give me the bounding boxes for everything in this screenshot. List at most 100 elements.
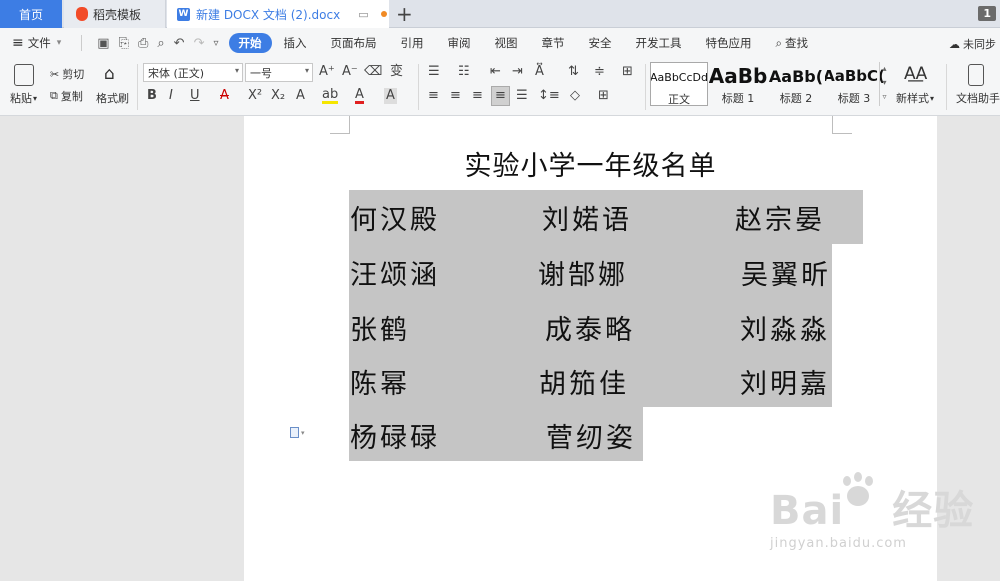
font-size-select[interactable]: 一号 ▾ (245, 63, 313, 82)
decrease-indent-icon[interactable]: ⇤ (490, 64, 501, 80)
phonetic-guide-icon[interactable]: 变 (390, 64, 403, 80)
search-button[interactable]: ⌕ 查找 (776, 35, 808, 51)
menu-section[interactable]: 章节 (530, 35, 577, 51)
style-heading-3[interactable]: AaBbC( 标题 3 (825, 62, 883, 106)
numbered-list-icon[interactable]: ☷ (458, 64, 470, 80)
menu-developer[interactable]: 开发工具 (624, 35, 694, 51)
strikethrough-icon[interactable]: A (220, 88, 229, 104)
export-pdf-icon[interactable]: ⎘ (119, 36, 129, 51)
paste-label: 粘贴 (10, 92, 32, 105)
chevron-down-icon: ▾ (301, 428, 305, 437)
justify-icon[interactable]: ≡ (491, 86, 510, 106)
tab-document[interactable]: W 新建 DOCX 文档 (2).docx ▭ (167, 0, 389, 28)
copy-icon: ⧉ (50, 89, 58, 102)
paragraph-layout-icon[interactable]: ▾ (290, 427, 305, 438)
student-name: 菅纫姿 (546, 423, 636, 454)
student-name: 何汉殿 (350, 205, 440, 236)
superscript-icon[interactable]: X² (248, 88, 262, 104)
clear-format-icon[interactable]: ⌫ (364, 64, 382, 80)
underline-icon[interactable]: U (190, 88, 200, 104)
line-spacing-icon[interactable]: ↕≡ (538, 88, 560, 104)
style-normal-sample: AaBbCcDd (651, 70, 707, 84)
file-menu[interactable]: ≡ 文件 ▾ (12, 35, 61, 51)
baidu-watermark: Bai 经验 jingyan.baidu.com (770, 478, 974, 551)
table-icon[interactable]: ⊞ (622, 64, 633, 80)
align-right-icon[interactable]: ≡ (472, 88, 483, 104)
new-tab-button[interactable]: + (396, 2, 413, 26)
show-marks-icon[interactable]: ≑ (594, 64, 605, 80)
sort-icon[interactable]: ⇅ (568, 64, 579, 80)
paste-icon[interactable] (14, 64, 34, 86)
sync-status[interactable]: ☁ 未同步 (949, 36, 996, 52)
word-doc-icon: W (177, 7, 190, 21)
styles-scroll[interactable]: ▴ ▾ ▿ (879, 62, 889, 106)
tab-home[interactable]: 首页 (0, 0, 62, 28)
margin-corner-right (832, 116, 852, 134)
paste-button[interactable]: 粘贴 ▾ (10, 90, 37, 106)
daoke-logo-icon (76, 7, 88, 21)
style-heading-1[interactable]: AaBb 标题 1 (709, 62, 767, 106)
font-color-icon[interactable]: A (355, 88, 364, 104)
save-icon[interactable]: ▣ (97, 36, 109, 51)
shading-icon[interactable]: ◇ (570, 88, 580, 104)
menu-special[interactable]: 特色应用 (694, 35, 764, 51)
increase-indent-icon[interactable]: ⇥ (512, 64, 523, 80)
new-style-button[interactable]: 新样式 ▾ (896, 90, 934, 106)
bullet-list-icon[interactable]: ☰ (428, 64, 440, 80)
menu-references[interactable]: 引用 (389, 35, 436, 51)
italic-icon[interactable]: I (169, 88, 173, 104)
menu-home[interactable]: 开始 (228, 33, 272, 53)
hamburger-icon: ≡ (12, 35, 24, 51)
new-style-label: 新样式 (896, 92, 929, 105)
student-name: 赵宗晏 (735, 205, 825, 236)
menu-insert[interactable]: 插入 (272, 35, 319, 51)
new-style-icon[interactable]: A͟A (904, 64, 927, 84)
distributed-icon[interactable]: ☰ (516, 88, 528, 104)
cut-button[interactable]: ✂ 剪切 (50, 66, 84, 82)
menu-view[interactable]: 视图 (483, 35, 530, 51)
student-name: 刘明嘉 (740, 369, 830, 400)
menu-security[interactable]: 安全 (577, 35, 624, 51)
doc-helper-button[interactable]: 文档助手 (956, 90, 1000, 106)
redo-icon[interactable]: ↷ (194, 36, 205, 51)
subscript-icon[interactable]: X₂ (271, 88, 285, 104)
style-heading-2-sample: AaBb( (768, 66, 824, 86)
menu-review[interactable]: 审阅 (436, 35, 483, 51)
print-icon[interactable]: ⎙ (138, 36, 148, 51)
print-preview-icon[interactable]: ⌕ (157, 36, 164, 51)
bold-icon[interactable]: B (147, 88, 157, 104)
watermark-brand-cn: 经验 (892, 488, 975, 534)
style-heading-2[interactable]: AaBb( 标题 2 (767, 62, 825, 106)
customize-icon[interactable]: ▿ (213, 38, 218, 49)
undo-icon[interactable]: ↶ (174, 36, 185, 51)
brush-icon[interactable]: ⌂ (104, 64, 115, 84)
align-center-icon[interactable]: ≡ (450, 88, 461, 104)
file-menu-label: 文件 (27, 36, 51, 50)
copy-label: 复制 (60, 90, 83, 103)
format-painter-button[interactable]: 格式刷 (96, 90, 129, 106)
doc-helper-icon[interactable] (968, 64, 984, 86)
divider (81, 35, 83, 51)
font-size-value: 一号 (250, 66, 272, 80)
chevron-down-icon: ▾ (304, 66, 309, 75)
divider (946, 64, 947, 110)
cut-label: 剪切 (62, 68, 85, 81)
font-name-select[interactable]: 宋体 (正文) ▾ (143, 63, 243, 82)
grow-font-icon[interactable]: A⁺ (319, 64, 335, 80)
margin-corner-left (330, 116, 350, 134)
screen-icon[interactable]: ▭ (358, 8, 368, 21)
style-heading-3-label: 标题 3 (837, 92, 871, 105)
copy-button[interactable]: ⧉ 复制 (50, 88, 83, 104)
highlight-icon[interactable]: ab (322, 88, 339, 104)
shrink-font-icon[interactable]: A⁻ (342, 64, 358, 80)
style-normal[interactable]: AaBbCcDd 正文 (650, 62, 708, 106)
char-shading-icon[interactable]: A (384, 88, 397, 104)
tab-template[interactable]: 稻壳模板 (64, 0, 166, 28)
text-effect-icon[interactable]: A (296, 88, 305, 104)
align-left-icon[interactable]: ≡ (428, 88, 439, 104)
borders-icon[interactable]: ⊞ (598, 88, 609, 104)
menu-page-layout[interactable]: 页面布局 (319, 35, 389, 51)
chinese-layout-icon[interactable]: A⃡ (535, 64, 544, 80)
student-name: 陈幂 (350, 369, 410, 400)
student-name: 谢郜娜 (538, 260, 628, 291)
